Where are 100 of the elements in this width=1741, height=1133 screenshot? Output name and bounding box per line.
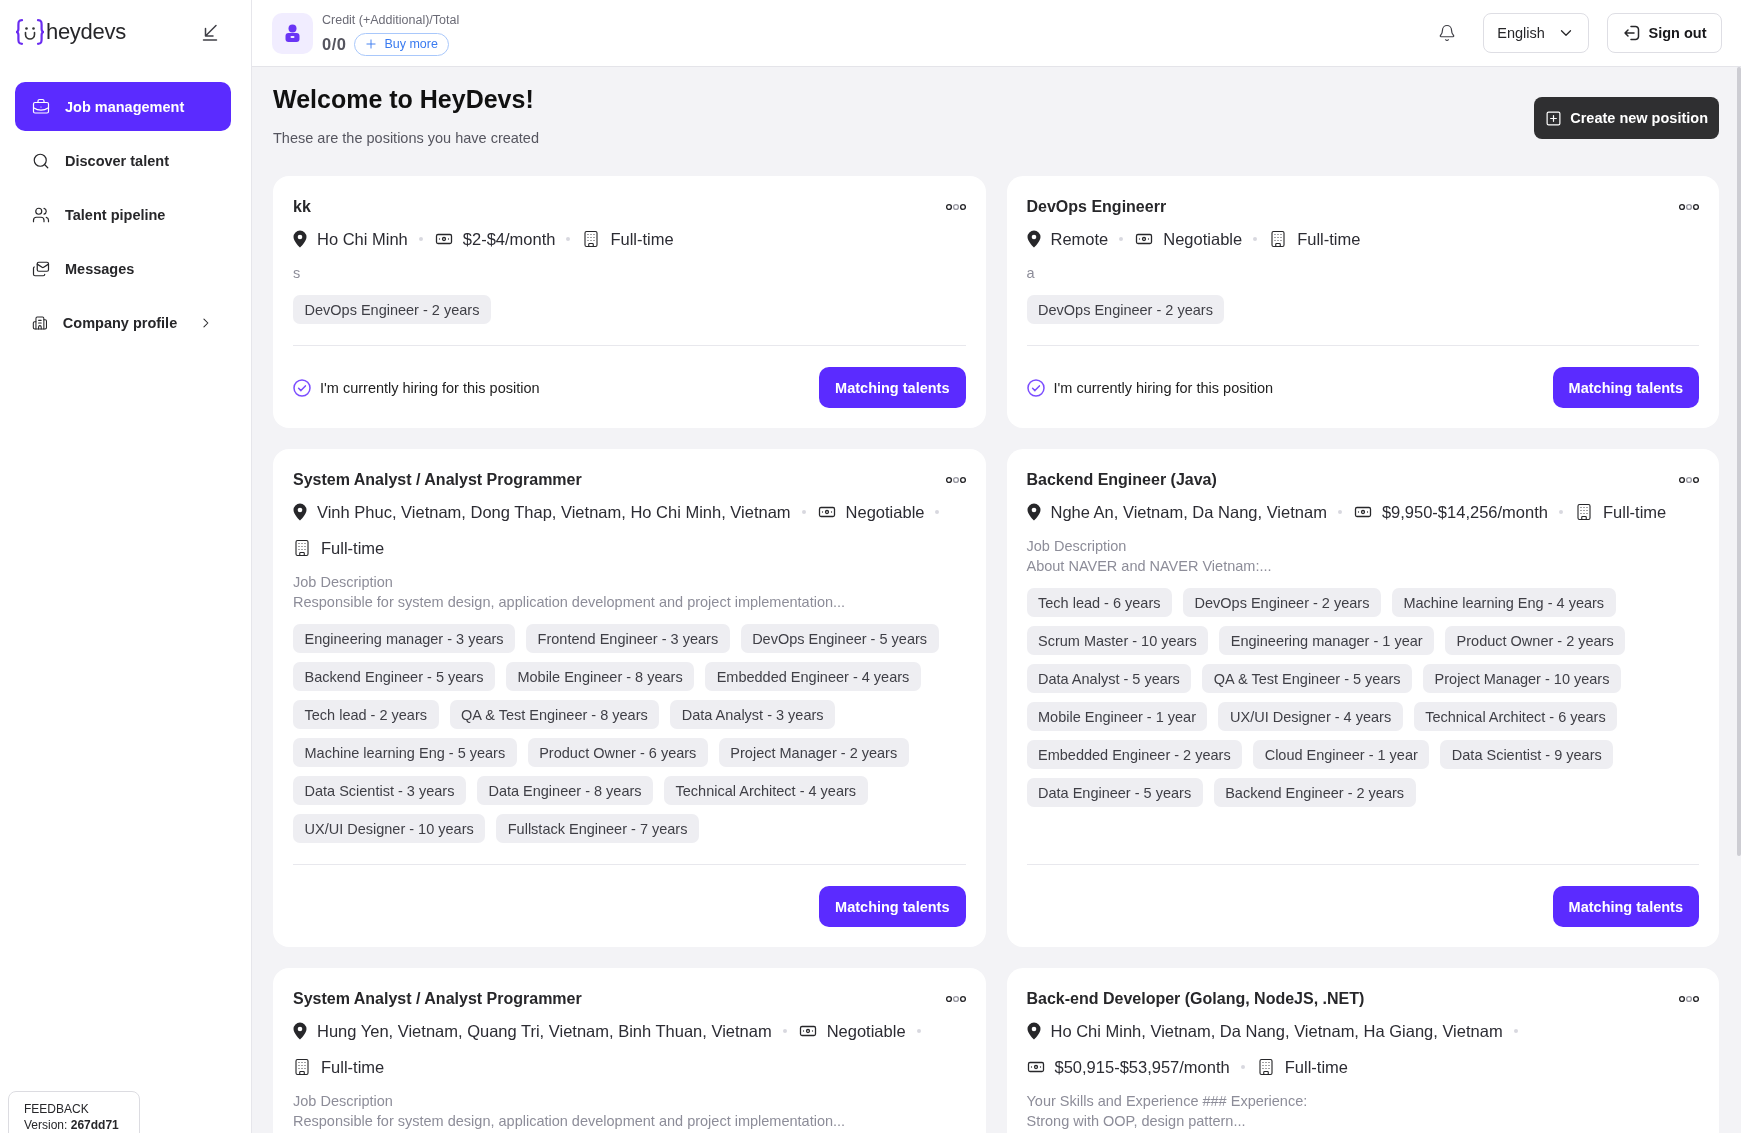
create-position-button[interactable]: Create new position — [1534, 97, 1719, 139]
bell-icon[interactable] — [1438, 24, 1456, 42]
location-text: Nghe An, Vietnam, Da Nang, Vietnam — [1050, 502, 1327, 523]
skill-tag: Technical Architect - 6 years — [1413, 702, 1618, 731]
skill-tag: DevOps Engineer - 2 years — [1183, 588, 1381, 617]
hiring-checkbox[interactable] — [293, 378, 311, 397]
skill-tag: Product Owner - 6 years — [527, 738, 708, 767]
salary-text: $9,950-$14,256/month — [1381, 502, 1548, 523]
scrollbar-thumb[interactable] — [1737, 67, 1741, 856]
location-pin-icon — [1026, 1022, 1041, 1040]
briefcase-icon — [32, 97, 50, 116]
more-options-icon[interactable] — [945, 995, 966, 1003]
location-text: Remote — [1050, 229, 1109, 250]
skill-tag: Machine learning Eng - 5 years — [293, 738, 517, 767]
skill-tag: Mobile Engineer - 1 year — [1026, 702, 1208, 731]
page-subtitle: These are the positions you have created — [273, 129, 539, 148]
skill-tag: Tech lead - 2 years — [293, 700, 439, 729]
building-icon — [293, 539, 311, 557]
search-icon — [32, 151, 50, 170]
matching-talents-button[interactable]: Matching talents — [1552, 367, 1699, 408]
collapse-arrow-icon[interactable] — [202, 23, 218, 41]
location-text: Ho Chi Minh — [317, 229, 408, 250]
skill-tag: QA & Test Engineer - 8 years — [449, 700, 660, 729]
hiring-label: I'm currently hiring for this position — [320, 379, 540, 396]
skill-tag: Data Scientist - 9 years — [1440, 740, 1614, 769]
job-description: Job Description Responsible for system design, application development and project implementation... — [293, 573, 847, 612]
job-title: kk — [293, 197, 311, 217]
hiring-label: I'm currently hiring for this position — [1053, 379, 1274, 396]
job-title: System Analyst / Analyst Programmer — [293, 470, 582, 490]
job-type-text: Full-time — [1602, 502, 1667, 523]
skill-tag: Embedded Engineer - 4 years — [705, 662, 921, 691]
skill-tag: Embedded Engineer - 2 years — [1026, 740, 1243, 769]
job-type-text: Full-time — [321, 1057, 385, 1078]
skill-tag: Engineering manager - 1 year — [1219, 626, 1435, 655]
skill-tag: Project Manager - 10 years — [1423, 664, 1621, 693]
job-type-text: Full-time — [1297, 229, 1361, 250]
skill-tag: Technical Architect - 4 years — [664, 776, 868, 805]
matching-talents-button[interactable]: Matching talents — [819, 886, 966, 927]
hiring-checkbox[interactable] — [1026, 378, 1045, 397]
skill-tag: Data Engineer - 5 years — [1026, 778, 1203, 807]
job-title: DevOps Engineerr — [1026, 197, 1167, 217]
door-arrow-icon — [1622, 24, 1641, 42]
job-description: s — [293, 264, 302, 283]
skill-tag: Data Analyst - 3 years — [670, 700, 836, 729]
plus-icon — [364, 37, 379, 51]
mail-icon — [32, 259, 50, 278]
sign-out-button[interactable]: Sign out — [1607, 13, 1722, 53]
skill-tag: DevOps Engineer - 5 years — [740, 624, 939, 653]
feedback-widget[interactable]: FEEDBACK Version: 267dd71 — [8, 1091, 140, 1133]
nav-item[interactable]: Job management — [15, 82, 231, 131]
language-select[interactable]: English — [1483, 13, 1589, 53]
skill-tag: Machine learning Eng - 4 years — [1391, 588, 1616, 617]
more-options-icon[interactable] — [1679, 203, 1699, 211]
location-pin-icon — [1026, 230, 1041, 248]
more-options-icon[interactable] — [1679, 995, 1699, 1003]
job-description: Job Description Responsible for system design, application development and project implementation... — [293, 1092, 847, 1131]
skill-tag: Product Owner - 2 years — [1445, 626, 1626, 655]
nav-item[interactable]: Messages — [15, 244, 231, 293]
skill-tag: DevOps Engineer - 2 years — [1026, 295, 1225, 324]
skill-tag: Scrum Master - 10 years — [1026, 626, 1209, 655]
job-type-text: Full-time — [321, 538, 385, 559]
job-description: Your Skills and Experience ### Experience: Strong with OOP, design pattern... — [1026, 1092, 1309, 1131]
skill-tag: Tech lead - 6 years — [1026, 588, 1172, 617]
nav-item[interactable]: Discover talent — [15, 136, 231, 185]
credit-label: Credit (+Additional)/Total — [322, 12, 460, 27]
location-pin-icon — [293, 1022, 307, 1040]
more-options-icon[interactable] — [945, 476, 966, 484]
users-icon — [32, 205, 50, 224]
version-text: Version: 267dd71 — [24, 1117, 120, 1133]
more-options-icon[interactable] — [945, 203, 966, 211]
building-icon — [1574, 503, 1593, 521]
skill-tag: Data Scientist - 3 years — [293, 776, 466, 805]
salary-text: Negotiable — [1163, 229, 1243, 250]
skill-tag: Cloud Engineer - 1 year — [1253, 740, 1430, 769]
building-icon — [1269, 230, 1288, 248]
matching-talents-button[interactable]: Matching talents — [1552, 886, 1699, 927]
logo-icon — [15, 19, 45, 45]
location-pin-icon — [293, 503, 307, 521]
nav-item[interactable]: Talent pipeline — [15, 190, 231, 239]
location-pin-icon — [1026, 503, 1041, 521]
more-options-icon[interactable] — [1679, 476, 1699, 484]
job-description: Job Description About NAVER and NAVER Vietnam:... — [1026, 537, 1273, 576]
skill-tag: Backend Engineer - 2 years — [1213, 778, 1416, 807]
user-badge-icon — [272, 12, 313, 54]
skill-tag: Backend Engineer - 5 years — [293, 662, 495, 691]
skill-tag: DevOps Engineer - 2 years — [293, 295, 491, 324]
buy-more-button[interactable]: Buy more — [354, 32, 449, 56]
location-text: Hung Yen, Vietnam, Quang Tri, Vietnam, Binh Thuan, Vietnam — [317, 1021, 772, 1042]
skill-tag: Fullstack Engineer - 7 years — [496, 814, 699, 843]
page-title: Welcome to HeyDevs! — [273, 84, 535, 115]
skill-tag: UX/UI Designer - 4 years — [1218, 702, 1403, 731]
job-type-text: Full-time — [610, 229, 674, 250]
nav-item[interactable]: Company profile — [15, 298, 231, 347]
matching-talents-button[interactable]: Matching talents — [819, 367, 966, 408]
job-title: Backend Engineer (Java) — [1026, 470, 1217, 490]
feedback-label: FEEDBACK — [24, 1101, 90, 1117]
skill-tag: Data Analyst - 5 years — [1026, 664, 1192, 693]
job-title: System Analyst / Analyst Programmer — [293, 989, 582, 1009]
job-type-text: Full-time — [1284, 1057, 1348, 1078]
credit-value: 0/0 — [322, 34, 347, 54]
